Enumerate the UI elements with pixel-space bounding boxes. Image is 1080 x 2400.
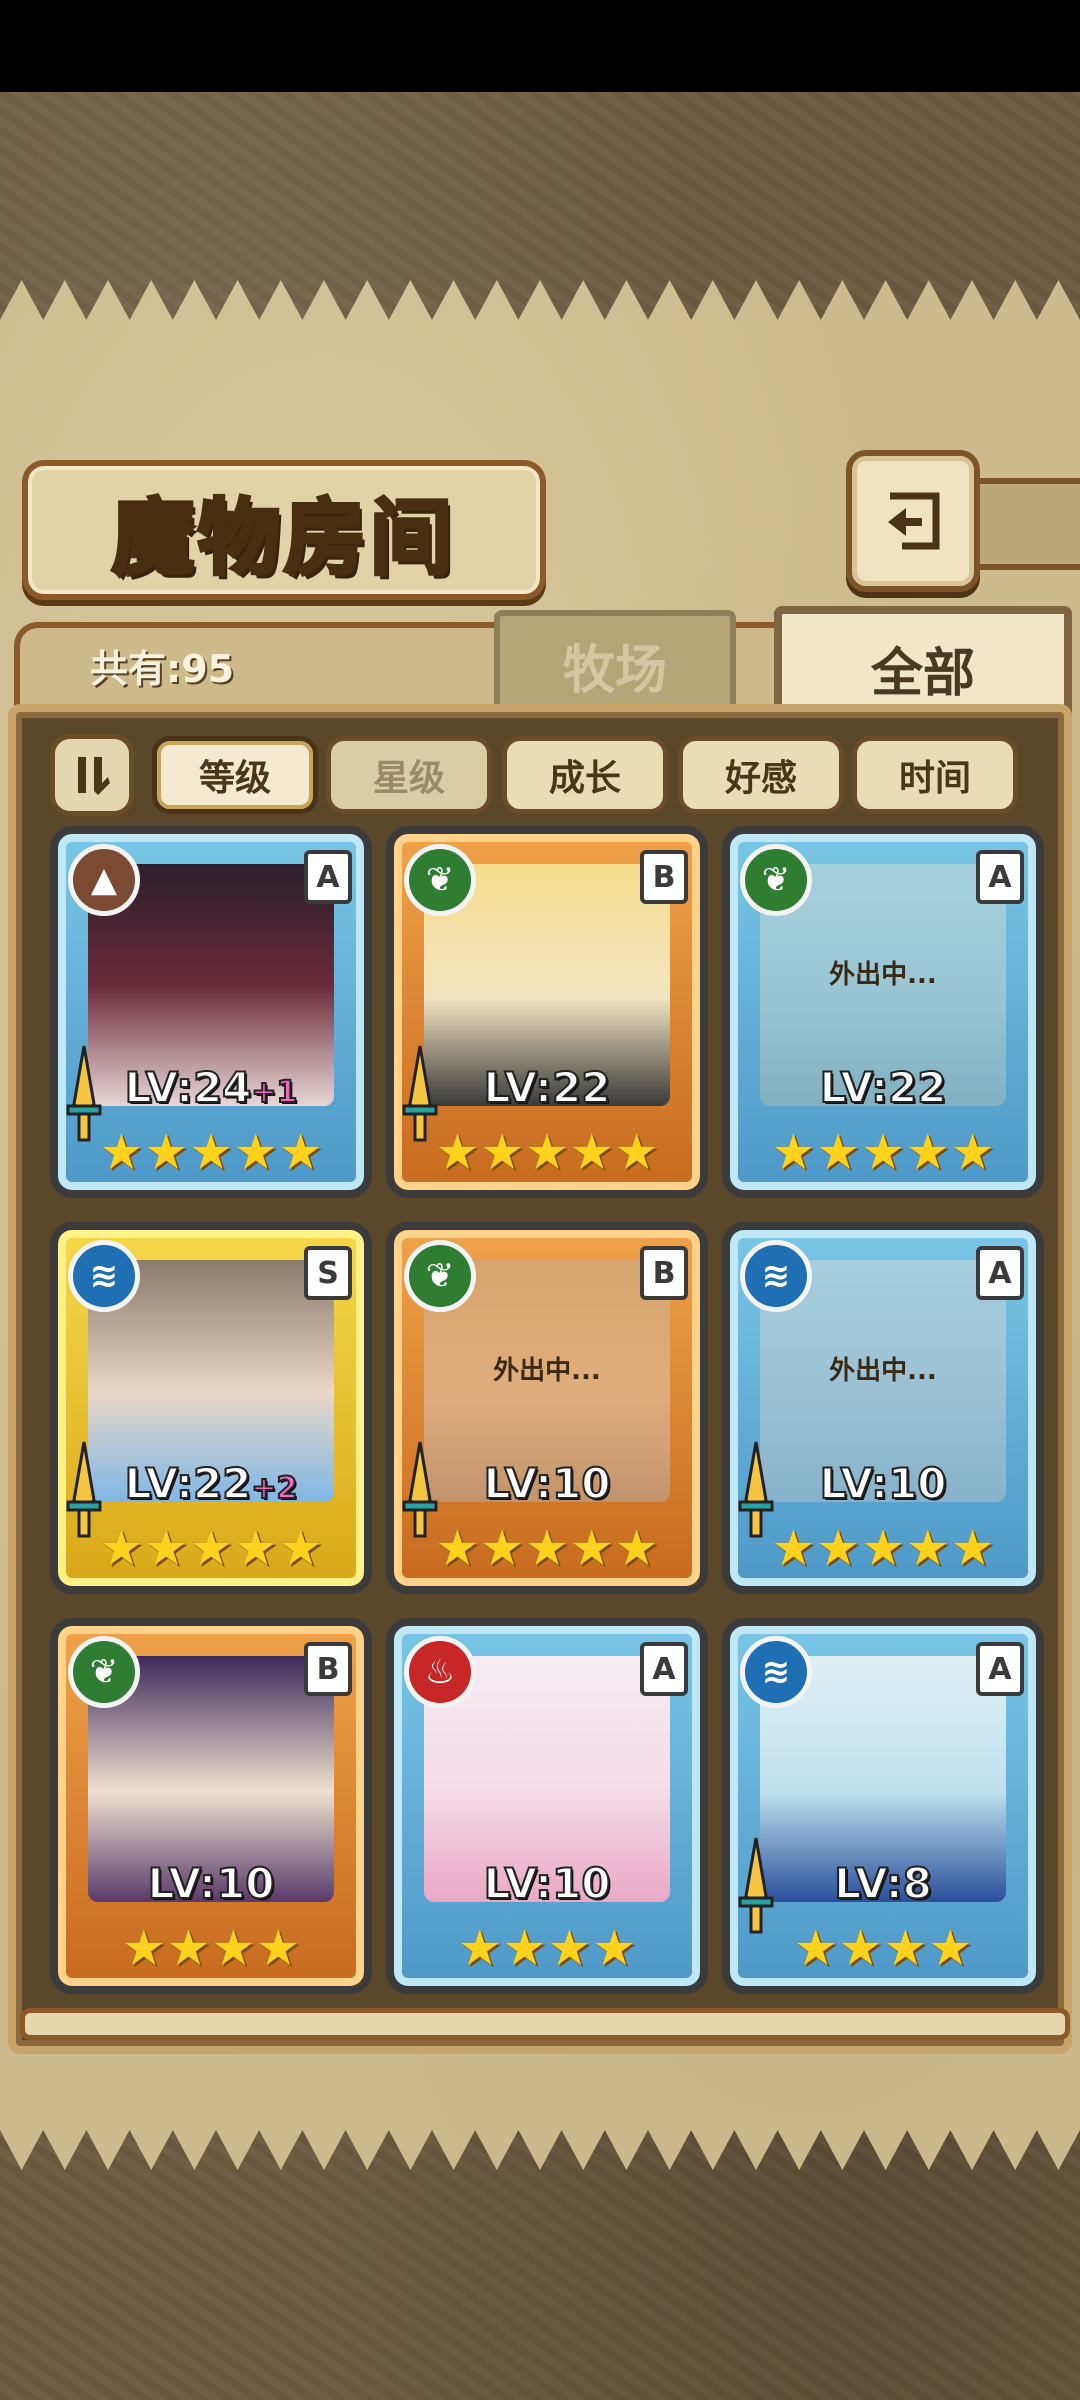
monster-card[interactable]: ❦ B 外出中... LV:10 ★★★★★ <box>386 1222 708 1594</box>
sort-order-toggle[interactable] <box>50 734 134 816</box>
rank-badge: B <box>304 1642 352 1696</box>
sort-star-button[interactable]: 星级 <box>326 736 492 814</box>
level-label: LV:22 <box>483 1062 612 1113</box>
leaf-element-icon: ❦ <box>404 1240 476 1312</box>
star-rating: ★★★★★ <box>434 1123 660 1181</box>
status-bar <box>0 0 1080 92</box>
monster-card[interactable]: ≋ S LV:22+2 ★★★★★ <box>50 1222 372 1594</box>
title-banner: 魔物房间 <box>22 460 546 600</box>
level-label: LV:10 <box>147 1858 276 1909</box>
back-arrow-icon <box>888 492 940 550</box>
level-label: LV:22+2 <box>124 1458 299 1509</box>
level-label: LV:10 <box>819 1458 948 1509</box>
level-label: LV:10 <box>483 1858 612 1909</box>
away-status: 外出中... <box>829 960 937 990</box>
level-bonus: +1 <box>250 1074 298 1111</box>
back-button[interactable] <box>846 450 980 592</box>
rank-badge: A <box>976 1642 1024 1696</box>
rank-badge: B <box>640 850 688 904</box>
rank-badge: B <box>640 1246 688 1300</box>
total-count: 共有:95 <box>90 647 235 691</box>
water-element-icon: ≋ <box>68 1240 140 1312</box>
away-status: 外出中... <box>829 1356 937 1386</box>
rank-badge: A <box>640 1642 688 1696</box>
star-rating: ★★★★ <box>793 1919 973 1977</box>
sort-growth-button[interactable]: 成长 <box>502 736 668 814</box>
sort-affection-button[interactable]: 好感 <box>678 736 844 814</box>
leaf-element-icon: ❦ <box>740 844 812 916</box>
rank-badge: S <box>304 1246 352 1300</box>
level-label: LV:10 <box>483 1458 612 1509</box>
earth-element-icon: ▲ <box>68 844 140 916</box>
star-rating: ★★★★★ <box>98 1123 324 1181</box>
level-label: LV:22 <box>819 1062 948 1113</box>
tab-pasture[interactable]: 牧场 <box>494 610 736 714</box>
back-strip <box>970 478 1080 570</box>
monster-card[interactable]: ❦ B LV:22 ★★★★★ <box>386 826 708 1198</box>
monster-card[interactable]: ≋ A 外出中... LV:10 ★★★★★ <box>722 1222 1044 1594</box>
monster-card[interactable]: ♨ A LV:10 ★★★★ <box>386 1618 708 1994</box>
sort-order-icon <box>78 757 110 795</box>
star-rating: ★★★★ <box>121 1919 301 1977</box>
monster-card[interactable]: ≋ A LV:8 ★★★★ <box>722 1618 1044 1994</box>
leaf-element-icon: ❦ <box>404 844 476 916</box>
level-bonus: +2 <box>250 1470 298 1507</box>
level-label: LV:8 <box>833 1858 933 1909</box>
water-element-icon: ≋ <box>740 1240 812 1312</box>
panel-bottom-ledge <box>20 2008 1070 2040</box>
sort-level-button[interactable]: 等级 <box>152 736 318 814</box>
rank-badge: A <box>976 1246 1024 1300</box>
star-rating: ★★★★★ <box>770 1123 996 1181</box>
page-title: 魔物房间 <box>110 488 456 588</box>
level-label: LV:24+1 <box>124 1062 299 1113</box>
fire-element-icon: ♨ <box>404 1636 476 1708</box>
water-element-icon: ≋ <box>740 1636 812 1708</box>
monster-card[interactable]: ▲ A LV:24+1 ★★★★★ <box>50 826 372 1198</box>
star-rating: ★★★★★ <box>434 1519 660 1577</box>
leaf-element-icon: ❦ <box>68 1636 140 1708</box>
star-rating: ★★★★★ <box>98 1519 324 1577</box>
star-rating: ★★★★★ <box>770 1519 996 1577</box>
away-status: 外出中... <box>493 1356 601 1386</box>
rank-badge: A <box>304 850 352 904</box>
monster-card[interactable]: ❦ B LV:10 ★★★★ <box>50 1618 372 1994</box>
sort-time-button[interactable]: 时间 <box>852 736 1018 814</box>
monster-card[interactable]: ❦ A 外出中... LV:22 ★★★★★ <box>722 826 1044 1198</box>
rank-badge: A <box>976 850 1024 904</box>
star-rating: ★★★★ <box>457 1919 637 1977</box>
